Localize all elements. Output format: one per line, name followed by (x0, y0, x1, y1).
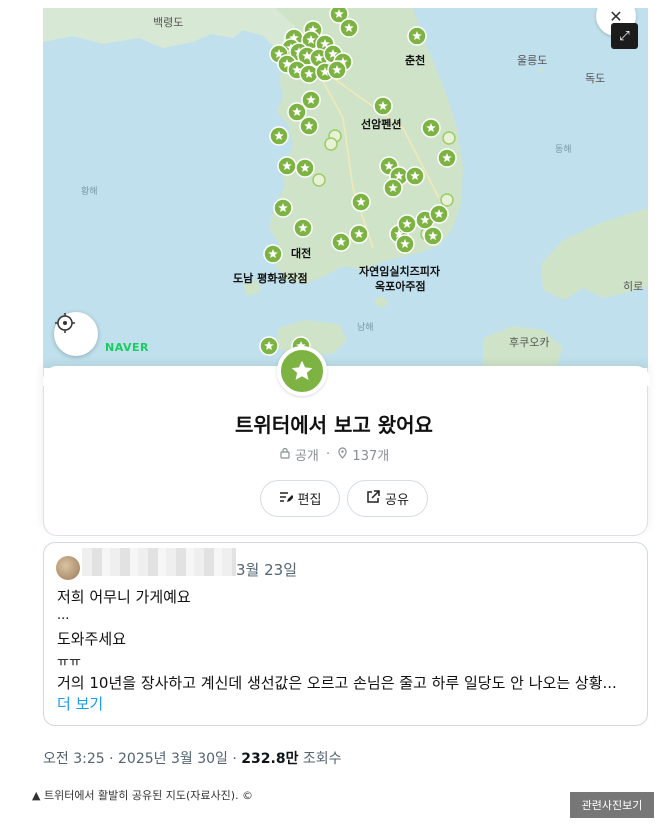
map-place-marker[interactable] (437, 148, 457, 168)
map-view[interactable]: 백령도 춘천 울릉도 독도 선암펜션 동해 황해 대전 도남 평화광장점 자연임… (43, 8, 648, 376)
share-button[interactable]: 공유 (347, 480, 428, 517)
list-meta: 공개 · 137개 (0, 445, 668, 464)
view-count-label: 조회수 (302, 751, 342, 767)
photo-caption: ▲ 트위터에서 활발히 공유된 지도(자료사진). © (32, 789, 254, 802)
tweet-line-4: ㅠㅠ (57, 655, 81, 670)
map-place-marker[interactable] (299, 64, 319, 84)
expand-icon[interactable]: ⤢ (611, 23, 638, 49)
map-place-marker[interactable] (397, 214, 417, 234)
lock-icon (279, 447, 291, 463)
share-label: 공유 (385, 493, 409, 508)
map-place-marker[interactable] (349, 224, 369, 244)
map-place-marker[interactable] (273, 198, 293, 218)
map-place-marker[interactable] (299, 116, 319, 136)
tweet-date: 3월 23일 (236, 561, 297, 579)
map-place-dot[interactable] (442, 131, 456, 145)
map-place-marker[interactable] (269, 126, 289, 146)
edit-label: 편집 (297, 493, 322, 508)
edit-icon (279, 490, 294, 508)
visibility-label: 공개 (294, 449, 319, 464)
tweet-line-3: 도와주세요 (57, 630, 127, 648)
share-icon (366, 489, 380, 508)
map-place-marker[interactable] (429, 204, 449, 224)
tweet-line-2: ... (57, 608, 70, 623)
map-place-marker[interactable] (373, 96, 393, 116)
map-place-marker[interactable] (395, 234, 415, 254)
map-place-marker[interactable] (293, 218, 313, 238)
map-place-marker[interactable] (423, 226, 443, 246)
tweet-line-1: 저희 어무니 가게예요 (57, 588, 191, 606)
map-place-dot[interactable] (440, 193, 454, 207)
view-count: 232.8만 (241, 751, 299, 767)
map-place-marker[interactable] (259, 336, 279, 356)
tweet-line-5: 거의 10년을 장사하고 계신데 생선값은 오르고 손님은 줄고 하루 일당도 … (57, 674, 617, 692)
map-place-marker[interactable] (277, 156, 297, 176)
pin-icon (337, 446, 348, 463)
place-count: 137개 (352, 449, 390, 464)
tweet-time: 오전 3:25 (43, 751, 105, 767)
avatar[interactable] (56, 556, 80, 580)
edit-button[interactable]: 편집 (260, 480, 340, 517)
map-place-dot[interactable] (312, 173, 326, 187)
list-title: 트위터에서 보고 왔어요 (235, 413, 433, 437)
map-place-marker[interactable] (295, 158, 315, 178)
map-markers (259, 8, 457, 356)
map-place-marker[interactable] (327, 60, 347, 80)
map-place-marker[interactable] (383, 178, 403, 198)
locate-icon[interactable] (54, 312, 98, 356)
naver-logo: NAVER (105, 341, 149, 354)
map-place-marker[interactable] (331, 232, 351, 252)
map-place-marker[interactable] (339, 18, 359, 38)
show-more-link[interactable]: 더 보기 (57, 693, 103, 714)
map-place-marker[interactable] (263, 244, 283, 264)
tweet-full-date: 2025년 3월 30일 (118, 751, 228, 767)
map-place-marker[interactable] (405, 166, 425, 186)
map-place-marker[interactable] (351, 192, 371, 212)
related-photos-button[interactable]: 관련사진보기 (570, 792, 654, 818)
star-icon (277, 346, 327, 396)
blurred-username (82, 548, 236, 576)
map-place-marker[interactable] (421, 118, 441, 138)
tweet-stats: 오전 3:25 · 2025년 3월 30일 · 232.8만 조회수 (43, 751, 342, 767)
map-place-marker[interactable] (407, 26, 427, 46)
map-place-dot[interactable] (324, 137, 338, 151)
